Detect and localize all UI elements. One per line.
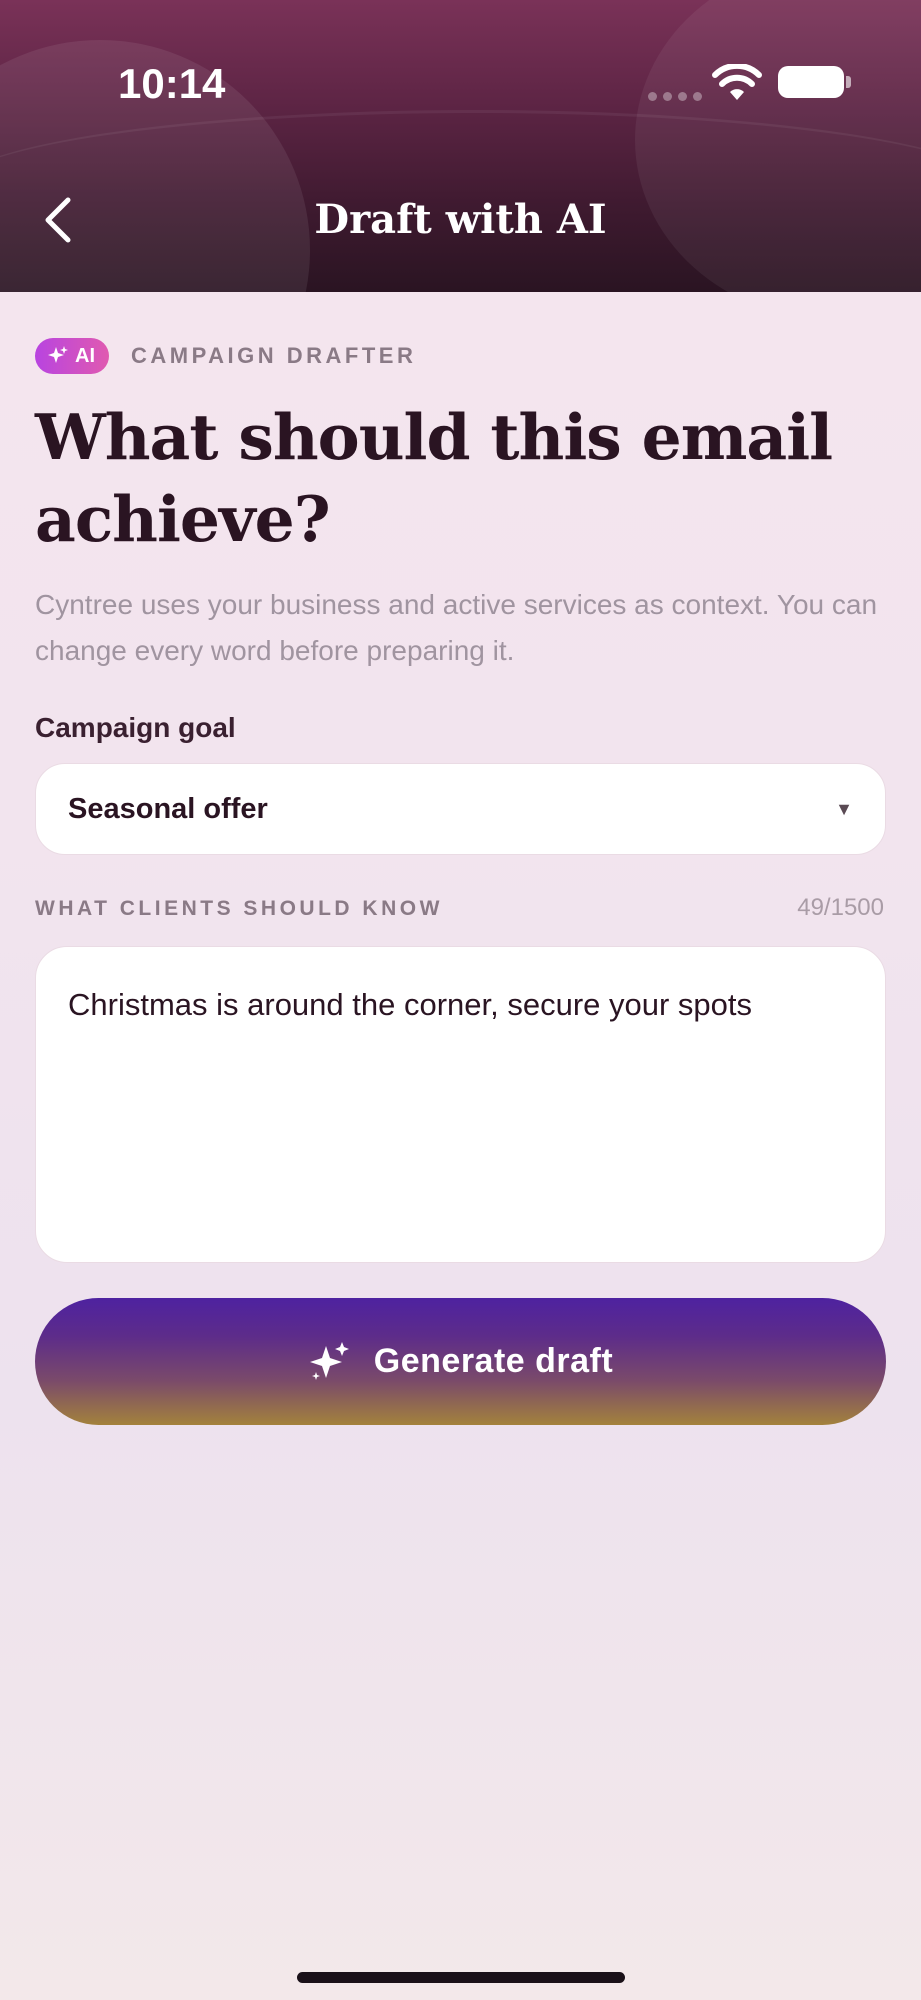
status-time: 10:14 [118, 60, 226, 107]
generate-draft-button[interactable]: Generate draft [35, 1298, 886, 1425]
battery-icon [778, 66, 851, 98]
campaign-goal-label: Campaign goal [35, 712, 236, 743]
ai-badge-label: AI [75, 344, 95, 367]
headline: What should this email achieve? [35, 400, 833, 556]
ai-badge: AI [35, 338, 109, 374]
campaign-goal-value: Seasonal offer [68, 792, 268, 825]
decorative-wave [0, 110, 921, 270]
signal-icon [648, 92, 702, 101]
eyebrow: AI CAMPAIGN DRAFTER [35, 338, 416, 374]
home-indicator [297, 1972, 625, 1983]
page-title: Draft with AI [314, 196, 607, 243]
wifi-icon [712, 64, 762, 100]
campaign-goal-select[interactable]: Seasonal offer ▼ [35, 763, 886, 855]
sparkle-icon [48, 346, 68, 363]
details-textarea[interactable]: Christmas is around the corner, secure y… [35, 946, 886, 1263]
eyebrow-label: CAMPAIGN DRAFTER [131, 343, 417, 368]
header: 10:14 Draft with AI [0, 0, 921, 292]
caret-down-icon: ▼ [835, 798, 853, 819]
details-label: WHAT CLIENTS SHOULD KNOW [35, 897, 443, 920]
character-counter: 49/1500 [797, 894, 884, 921]
generate-draft-label: Generate draft [373, 1342, 614, 1380]
subtitle: Cyntree uses your business and active se… [35, 589, 878, 666]
sparkle-icon [309, 1341, 349, 1380]
